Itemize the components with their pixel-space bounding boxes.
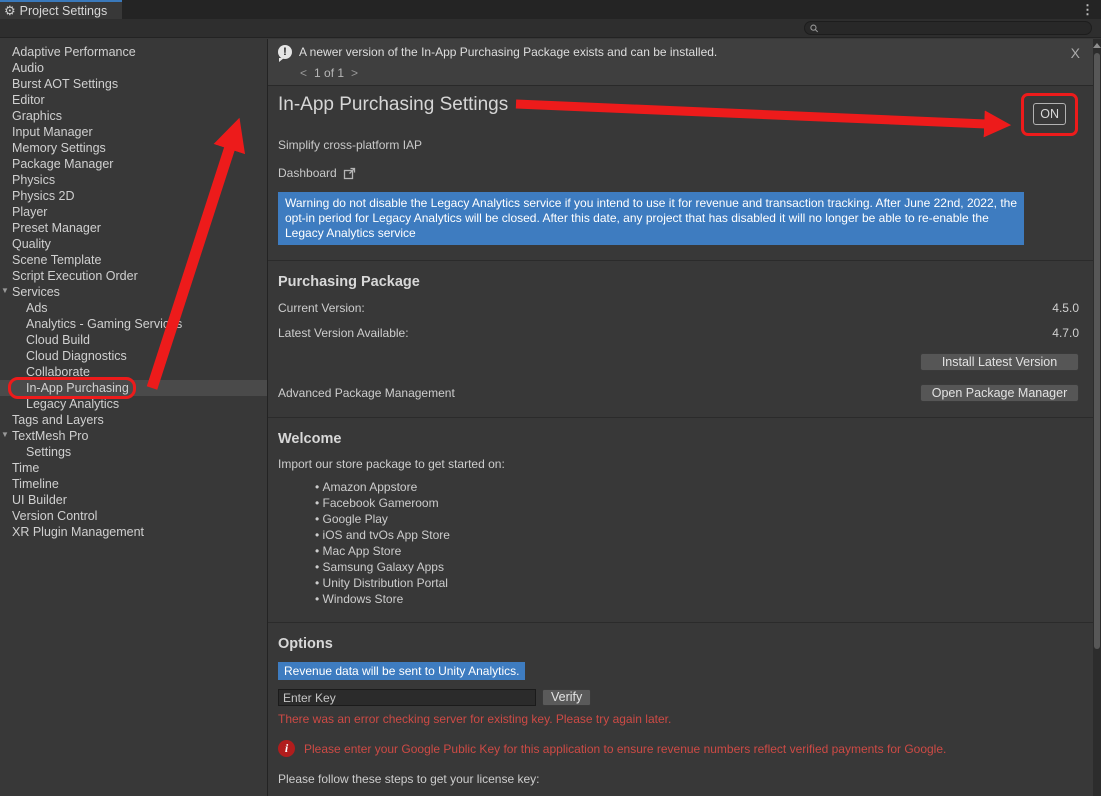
main-content: In-App Purchasing Settings ON Simplify c… (268, 86, 1093, 796)
external-link-icon (343, 167, 356, 180)
scroll-up-icon[interactable] (1093, 43, 1101, 48)
sidebar-item-graphics[interactable]: Graphics (0, 108, 267, 124)
tab-project-settings[interactable]: ⚙ Project Settings (0, 0, 122, 19)
sidebar-item-audio[interactable]: Audio (0, 60, 267, 76)
settings-sidebar: Adaptive Performance Audio Burst AOT Set… (0, 39, 267, 796)
tab-title: Project Settings (20, 4, 108, 18)
info-bubble-icon: ! (278, 45, 292, 59)
sidebar-divider (267, 39, 268, 796)
sidebar-item-preset-manager[interactable]: Preset Manager (0, 220, 267, 236)
sidebar-item-label: Services (12, 285, 60, 299)
options-heading: Options (278, 636, 1079, 652)
store-list-item: Amazon Appstore (315, 479, 1079, 495)
google-key-input[interactable] (278, 689, 536, 706)
sidebar-item-adaptive-performance[interactable]: Adaptive Performance (0, 44, 267, 60)
sidebar-item-label: In-App Purchasing (26, 381, 129, 395)
sidebar-item-services[interactable]: ▼Services (0, 284, 267, 300)
sidebar-item-legacy-analytics[interactable]: Legacy Analytics (0, 396, 267, 412)
expander-triangle-icon[interactable]: ▼ (1, 431, 9, 439)
body-area: Adaptive Performance Audio Burst AOT Set… (0, 39, 1101, 796)
sidebar-item-collaborate[interactable]: Collaborate (0, 364, 267, 380)
sidebar-item-time[interactable]: Time (0, 460, 267, 476)
sidebar-item-tags-and-layers[interactable]: Tags and Layers (0, 412, 267, 428)
scrollbar-thumb[interactable] (1094, 53, 1100, 649)
store-list-item: Mac App Store (315, 543, 1079, 559)
section-divider (268, 622, 1093, 623)
sidebar-item-ads[interactable]: Ads (0, 300, 267, 316)
dashboard-link[interactable]: Dashboard (278, 166, 1079, 180)
sidebar-item-scene-template[interactable]: Scene Template (0, 252, 267, 268)
gear-icon: ⚙ (4, 4, 16, 17)
pagination-prev-icon[interactable]: < (300, 66, 307, 80)
sidebar-item-textmesh-settings[interactable]: Settings (0, 444, 267, 460)
banner-message: A newer version of the In-App Purchasing… (299, 45, 717, 59)
latest-version-label: Latest Version Available: (278, 326, 409, 340)
sidebar-item-physics[interactable]: Physics (0, 172, 267, 188)
current-version-label: Current Version: (278, 301, 365, 315)
error-info-icon: i (278, 740, 295, 757)
section-divider (268, 417, 1093, 418)
settings-main-panel: ! A newer version of the In-App Purchasi… (268, 39, 1093, 796)
sidebar-item-script-execution-order[interactable]: Script Execution Order (0, 268, 267, 284)
sidebar-item-version-control[interactable]: Version Control (0, 508, 267, 524)
google-key-error-text: Please enter your Google Public Key for … (304, 742, 946, 756)
install-latest-version-button[interactable]: Install Latest Version (920, 353, 1079, 371)
update-notification-banner: ! A newer version of the In-App Purchasi… (268, 39, 1093, 86)
vertical-scrollbar[interactable] (1093, 39, 1101, 796)
search-box[interactable] (804, 21, 1092, 35)
sidebar-item-cloud-build[interactable]: Cloud Build (0, 332, 267, 348)
welcome-heading: Welcome (278, 431, 1079, 447)
welcome-intro: Import our store package to get started … (278, 457, 1079, 471)
expander-triangle-icon[interactable]: ▼ (1, 287, 9, 295)
current-version-value: 4.5.0 (1052, 301, 1079, 315)
sidebar-item-textmesh-pro[interactable]: ▼TextMesh Pro (0, 428, 267, 444)
store-list-item: Windows Store (315, 591, 1079, 607)
sidebar-item-editor[interactable]: Editor (0, 92, 267, 108)
server-error-text: There was an error checking server for e… (278, 712, 1079, 726)
sidebar-item-analytics-gaming-services[interactable]: Analytics - Gaming Services (0, 316, 267, 332)
sidebar-item-label: TextMesh Pro (12, 429, 88, 443)
iap-toggle-wrap: ON (1033, 103, 1066, 125)
sidebar-item-package-manager[interactable]: Package Manager (0, 156, 267, 172)
iap-toggle-button[interactable]: ON (1033, 103, 1066, 125)
banner-close-icon[interactable]: X (1071, 45, 1080, 61)
store-list-item: Facebook Gameroom (315, 495, 1079, 511)
toolbar (0, 19, 1101, 38)
kebab-menu-icon[interactable]: ⋮ (1081, 2, 1094, 18)
sidebar-item-in-app-purchasing[interactable]: In-App Purchasing (0, 380, 267, 396)
window-titlebar: ⚙ Project Settings ⋮ (0, 0, 1101, 19)
advanced-package-management-label: Advanced Package Management (278, 386, 455, 400)
pagination-next-icon[interactable]: > (351, 66, 358, 80)
open-package-manager-button[interactable]: Open Package Manager (920, 384, 1079, 402)
search-input[interactable] (823, 21, 1086, 35)
analytics-note-chip: Revenue data will be sent to Unity Analy… (278, 662, 525, 680)
sidebar-item-memory-settings[interactable]: Memory Settings (0, 140, 267, 156)
sidebar-item-ui-builder[interactable]: UI Builder (0, 492, 267, 508)
pagination-label: 1 of 1 (314, 66, 344, 80)
banner-pagination: < 1 of 1 > (278, 66, 1083, 80)
sidebar-item-cloud-diagnostics[interactable]: Cloud Diagnostics (0, 348, 267, 364)
sidebar-item-burst-aot-settings[interactable]: Burst AOT Settings (0, 76, 267, 92)
search-icon (810, 24, 819, 33)
page-title: In-App Purchasing Settings (278, 94, 508, 116)
verify-button[interactable]: Verify (542, 689, 591, 706)
store-list-item: Samsung Galaxy Apps (315, 559, 1079, 575)
store-list-item: Google Play (315, 511, 1079, 527)
steps-intro: Please follow these steps to get your li… (278, 772, 1079, 786)
dashboard-link-label: Dashboard (278, 166, 337, 180)
purchasing-package-heading: Purchasing Package (278, 274, 1079, 290)
store-list-item: iOS and tvOs App Store (315, 527, 1079, 543)
sidebar-item-physics-2d[interactable]: Physics 2D (0, 188, 267, 204)
store-list: Amazon Appstore Facebook Gameroom Google… (278, 479, 1079, 607)
sidebar-item-xr-plugin-management[interactable]: XR Plugin Management (0, 524, 267, 540)
sidebar-item-input-manager[interactable]: Input Manager (0, 124, 267, 140)
section-divider (268, 260, 1093, 261)
sidebar-item-quality[interactable]: Quality (0, 236, 267, 252)
sidebar-item-timeline[interactable]: Timeline (0, 476, 267, 492)
sidebar-item-player[interactable]: Player (0, 204, 267, 220)
legacy-analytics-warning: Warning do not disable the Legacy Analyt… (278, 192, 1024, 245)
store-list-item: Unity Distribution Portal (315, 575, 1079, 591)
iap-subtitle: Simplify cross-platform IAP (278, 138, 1079, 152)
latest-version-value: 4.7.0 (1052, 326, 1079, 340)
